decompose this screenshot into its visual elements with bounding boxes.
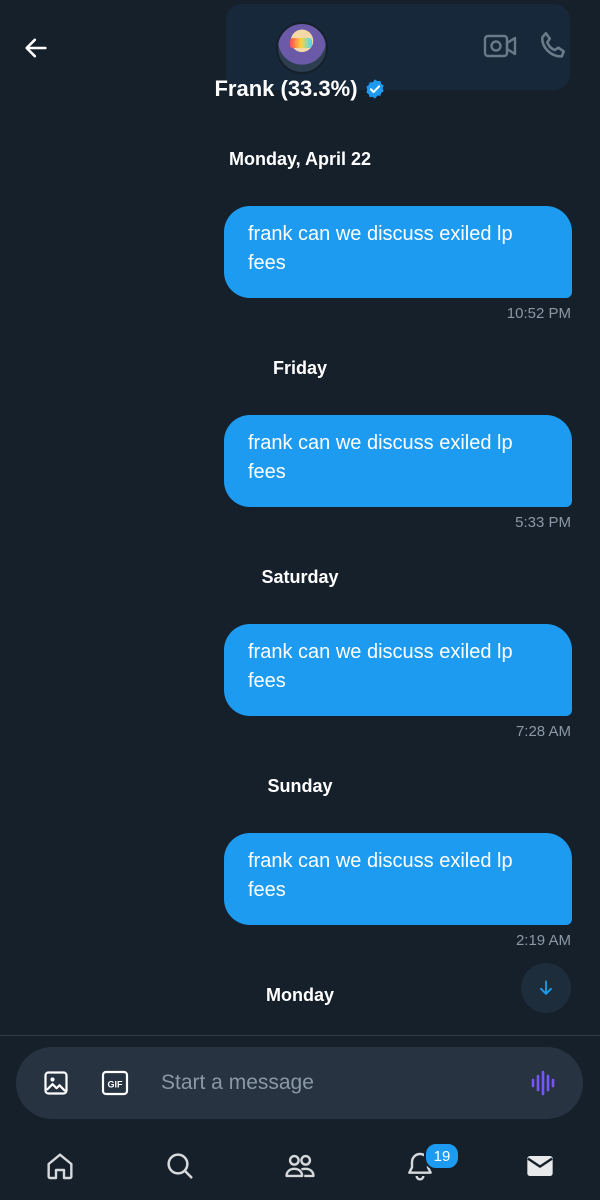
- arrow-down-icon: [540, 980, 552, 995]
- add-image-button[interactable]: [42, 1069, 70, 1097]
- message-timestamp: 7:28 AM: [515, 723, 571, 740]
- voice-message-button[interactable]: [528, 1068, 558, 1098]
- nav-communities[interactable]: [280, 1146, 320, 1186]
- scroll-to-bottom-button[interactable]: [521, 963, 571, 1013]
- add-gif-button[interactable]: GIF: [101, 1069, 129, 1097]
- voice-call-button[interactable]: [536, 28, 572, 64]
- message-bubble[interactable]: frank can we discuss exiled lp fees: [224, 415, 572, 507]
- composer-divider: [0, 1035, 600, 1036]
- title-row[interactable]: Frank (33.3%): [0, 76, 600, 102]
- message-timestamp: 2:19 AM: [515, 932, 571, 949]
- day-separator: Friday: [272, 358, 328, 378]
- back-button[interactable]: [16, 28, 56, 68]
- verified-badge-icon: [365, 79, 384, 99]
- day-separator: Sunday: [267, 776, 333, 796]
- nav-messages[interactable]: [520, 1146, 560, 1186]
- conversation-title: Frank (33.3%): [214, 76, 358, 101]
- gif-icon: GIF: [101, 1070, 129, 1096]
- bottom-navigation: [0, 1128, 600, 1200]
- conversation-header: Frank (33.3%): [0, 0, 600, 120]
- avatar-art: [290, 38, 312, 48]
- message-bubble[interactable]: frank can we discuss exiled lp fees: [224, 833, 572, 925]
- message-timestamp: 10:52 PM: [506, 305, 571, 322]
- search-icon: [167, 1153, 193, 1179]
- notification-count-badge: 19: [424, 1142, 460, 1170]
- avatar[interactable]: [276, 22, 328, 74]
- arrow-left-icon: [25, 38, 47, 58]
- message-input[interactable]: Start a message: [161, 1071, 314, 1095]
- nav-search[interactable]: [160, 1146, 200, 1186]
- image-icon: [44, 1071, 68, 1095]
- video-call-button[interactable]: [480, 28, 520, 64]
- day-separator: Saturday: [261, 567, 339, 587]
- day-separator: Monday: [265, 985, 334, 1005]
- voice-wave-icon: [531, 1070, 555, 1096]
- video-camera-icon: [483, 34, 517, 58]
- message-bubble[interactable]: frank can we discuss exiled lp fees: [224, 206, 572, 298]
- day-separator: Monday, April 22: [228, 149, 372, 169]
- phone-icon: [541, 31, 566, 58]
- nav-home[interactable]: [40, 1146, 80, 1186]
- messages-icon: [527, 1156, 553, 1176]
- gif-label: GIF: [108, 1080, 124, 1090]
- message-bubble[interactable]: frank can we discuss exiled lp fees: [224, 624, 572, 716]
- message-timestamp: 5:33 PM: [515, 514, 571, 531]
- message-composer: GIF Start a message: [16, 1047, 583, 1119]
- communities-icon: [285, 1154, 315, 1178]
- home-icon: [47, 1153, 73, 1180]
